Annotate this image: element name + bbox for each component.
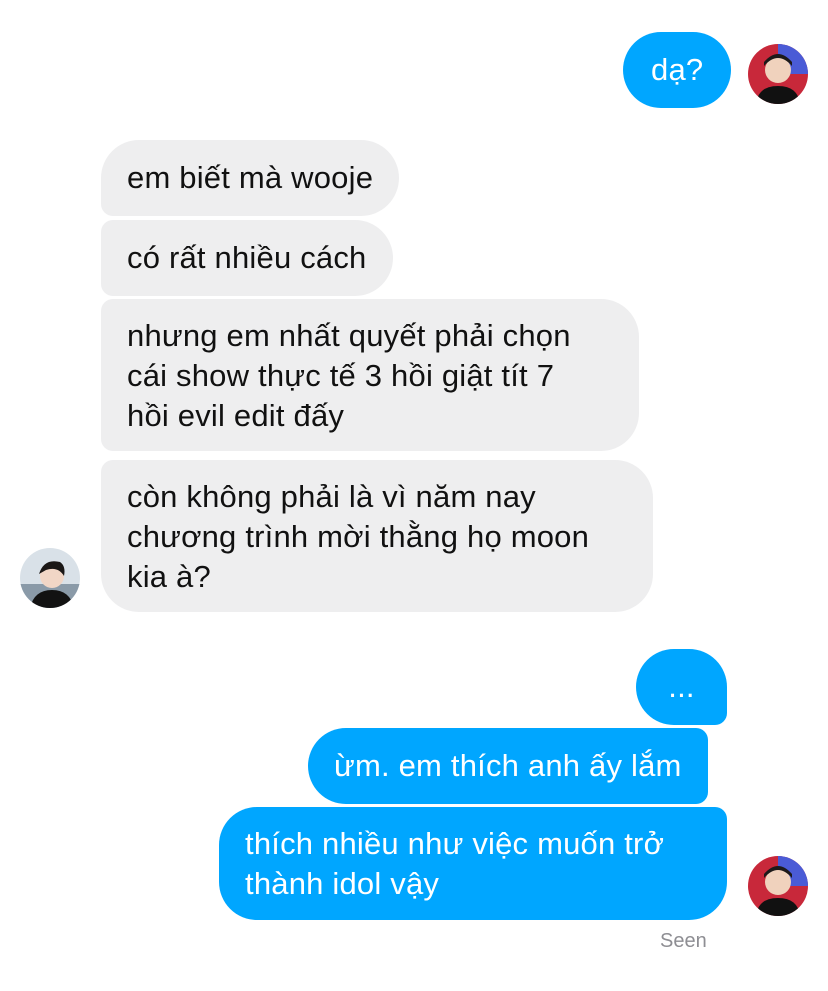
seen-status: Seen bbox=[660, 930, 707, 952]
message-text-line: thành idol vậy bbox=[245, 866, 440, 901]
message-text: ... bbox=[668, 669, 695, 704]
message-text-line: hồi evil edit đấy bbox=[127, 398, 345, 433]
message-text-line: cái show thực tế 3 hồi giật tít 7 bbox=[127, 358, 555, 393]
message-bubble-incoming[interactable]: nhưng em nhất quyết phải chọn cái show t… bbox=[101, 299, 639, 451]
contact-avatar[interactable] bbox=[20, 548, 80, 608]
message-text-line: nhưng em nhất quyết phải chọn bbox=[127, 318, 571, 353]
message-bubble-outgoing[interactable]: ... bbox=[636, 649, 727, 725]
message-bubble-outgoing[interactable]: ừm. em thích anh ấy lắm bbox=[308, 728, 708, 804]
message-bubble-incoming[interactable]: còn không phải là vì năm nay chương trìn… bbox=[101, 460, 653, 612]
message-bubble-outgoing[interactable]: thích nhiều như việc muốn trở thành idol… bbox=[219, 807, 727, 920]
message-text: ừm. em thích anh ấy lắm bbox=[334, 748, 682, 783]
user-avatar[interactable] bbox=[748, 856, 808, 916]
message-bubble-outgoing[interactable]: dạ? bbox=[623, 32, 732, 108]
message-text: có rất nhiều cách bbox=[127, 240, 367, 275]
message-text: em biết mà wooje bbox=[127, 160, 374, 195]
message-text-line: còn không phải là vì năm nay bbox=[127, 479, 536, 514]
message-text: dạ? bbox=[651, 52, 704, 87]
message-bubble-incoming[interactable]: em biết mà wooje bbox=[101, 140, 400, 216]
message-bubble-incoming[interactable]: có rất nhiều cách bbox=[101, 220, 393, 296]
message-text-line: kia à? bbox=[127, 559, 211, 594]
message-text-line: chương trình mời thằng họ moon bbox=[127, 519, 590, 554]
message-text-line: thích nhiều như việc muốn trở bbox=[245, 826, 665, 861]
user-avatar[interactable] bbox=[748, 44, 808, 104]
